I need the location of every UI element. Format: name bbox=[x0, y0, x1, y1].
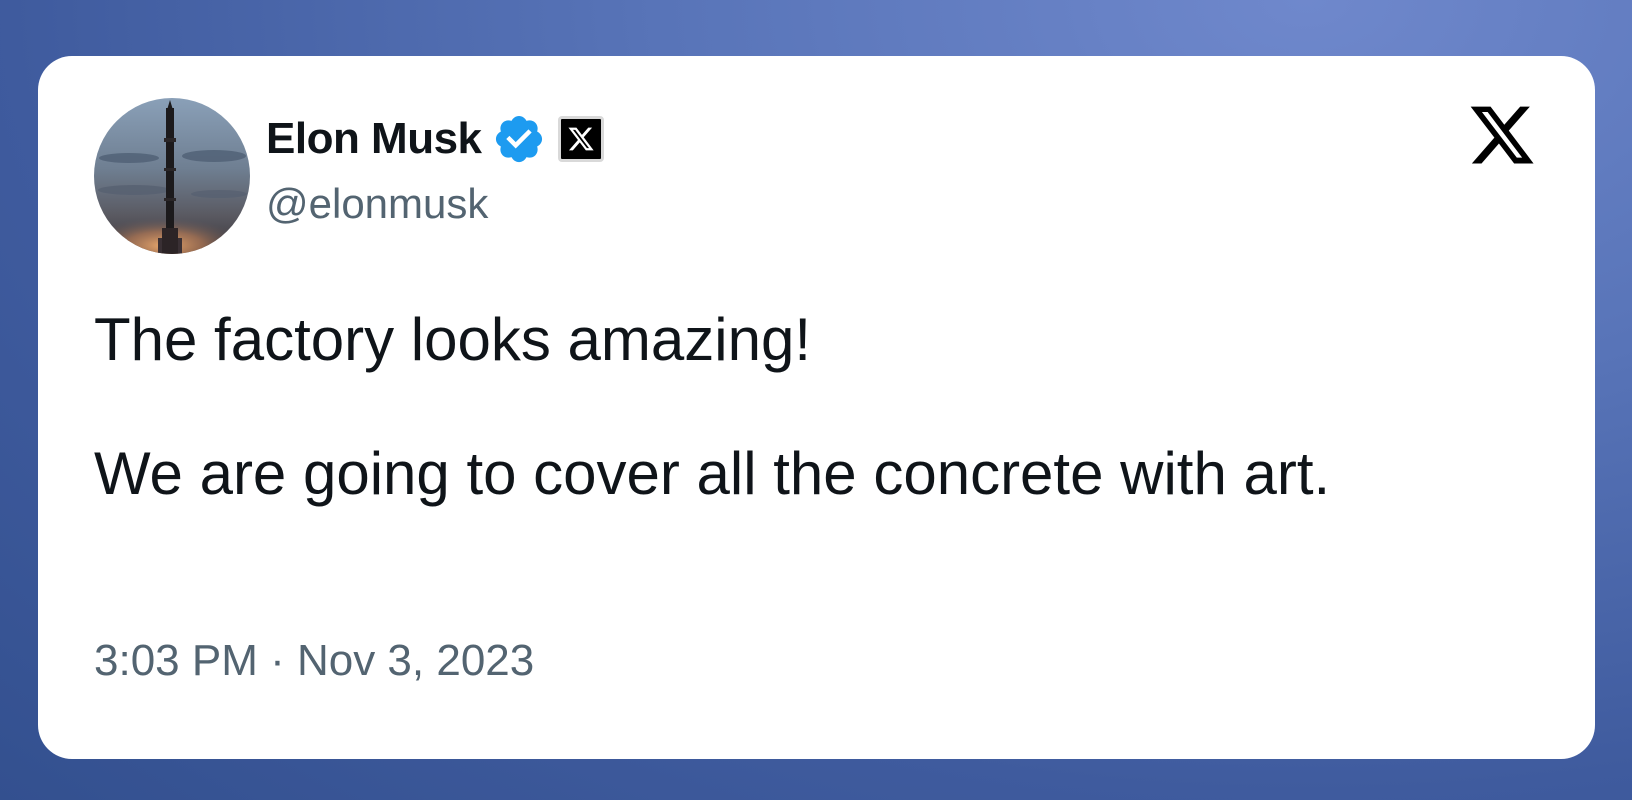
tweet-line: We are going to cover all the concrete w… bbox=[94, 440, 1331, 507]
verified-badge-icon bbox=[495, 115, 542, 163]
avatar[interactable] bbox=[94, 98, 250, 254]
author-handle[interactable]: @elonmusk bbox=[266, 180, 488, 228]
tweet-timestamp[interactable]: 3:03 PM · Nov 3, 2023 bbox=[94, 636, 534, 686]
rocket-launch-avatar bbox=[94, 98, 250, 254]
tweet-card[interactable]: Elon Musk @elonmusk The factory looks am… bbox=[38, 56, 1595, 759]
x-affiliation-icon[interactable] bbox=[557, 116, 604, 162]
tweet-line: The factory looks amazing! bbox=[94, 306, 811, 373]
author-row: Elon Musk bbox=[266, 110, 604, 168]
tweet-text: The factory looks amazing! We are going … bbox=[94, 304, 1534, 510]
display-name[interactable]: Elon Musk bbox=[266, 114, 482, 164]
x-logo-icon bbox=[1470, 106, 1534, 164]
